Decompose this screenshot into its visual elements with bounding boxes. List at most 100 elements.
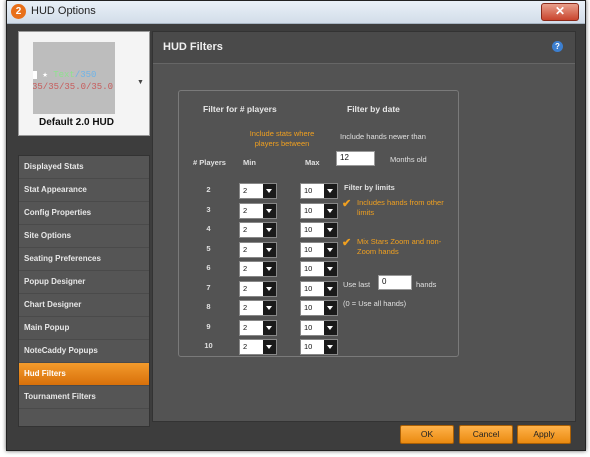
limits-filter-header: Filter by limits [344,183,395,192]
color-swatch-icon [33,70,37,79]
min-players-value: 2 [243,205,248,215]
players-row-label: 6 [206,263,211,272]
max-players-value: 10 [304,186,313,195]
close-button[interactable]: ✕ [541,3,579,21]
min-players-select[interactable]: 2 [239,280,277,297]
players-filter-note: Include stats where players between [249,129,315,148]
min-players-value: 2 [243,244,248,254]
chevron-down-icon[interactable] [324,262,337,276]
min-players-select[interactable]: 2 [239,202,277,219]
max-players-select[interactable]: 10 [300,300,338,316]
hud-profile-name: Default 2.0 HUD [38,117,114,128]
preview-line-1: ★ Text/350 [33,70,96,80]
players-row-label: 4 [206,224,211,233]
include-other-limits-checkbox[interactable]: ✔ [342,198,351,210]
min-players-value: 2 [243,264,248,273]
use-last-label: Use last [343,280,371,289]
window-title: HUD Options [31,5,96,17]
max-players-value: 10 [304,205,313,215]
chevron-down-icon[interactable] [263,262,276,276]
date-filter-note: Include hands newer than [340,132,426,141]
sidebar-nav: Displayed Stats Stat Appearance Config Pro… [18,155,150,427]
min-players-select[interactable]: 2 [239,261,277,277]
hud-preview-image: ★ Text/350 35/35/35.0/35.0 [33,42,115,114]
sidebar-item-notecaddy-popups[interactable]: NoteCaddy Popups [19,340,149,363]
title-bar: 2 HUD Options ✕ [7,1,585,24]
sidebar-item-main-popup[interactable]: Main Popup [19,317,149,340]
players-row-label: 10 [204,341,213,350]
max-players-select[interactable]: 10 [300,339,338,355]
max-players-select[interactable]: 10 [300,241,338,258]
app-icon: 2 [11,4,26,19]
chevron-down-icon: ▼ [137,79,144,86]
sidebar-item-chart-designer[interactable]: Chart Designer [19,294,149,317]
max-players-select[interactable]: 10 [300,261,338,277]
months-old-input[interactable]: 12 [336,151,375,166]
max-players-select[interactable]: 10 [300,202,338,219]
chevron-down-icon[interactable] [324,301,337,315]
players-row-label: 7 [206,282,211,292]
min-players-select[interactable]: 2 [239,222,277,238]
hud-profile-dropdown[interactable]: ▼ [134,31,150,136]
use-all-hands-hint: (0 = Use all hands) [343,299,407,308]
chevron-down-icon[interactable] [263,340,276,354]
chevron-down-icon[interactable] [263,242,276,257]
chevron-down-icon[interactable] [263,281,276,296]
players-filter-header: Filter for # players [203,104,277,114]
min-players-select[interactable]: 2 [239,300,277,316]
max-players-select[interactable]: 10 [300,222,338,238]
chevron-down-icon[interactable] [324,281,337,296]
min-players-select[interactable]: 2 [239,339,277,355]
min-players-select[interactable]: 2 [239,183,277,199]
max-players-select[interactable]: 10 [300,183,338,199]
ok-button[interactable]: OK [400,425,454,444]
sidebar-item-config-properties[interactable]: Config Properties [19,202,149,225]
players-row-label: 8 [206,302,211,311]
left-panel: ★ Text/350 35/35/35.0/35.0 Default 2.0 H… [18,31,150,427]
sidebar-item-stat-appearance[interactable]: Stat Appearance [19,179,149,202]
min-players-select[interactable]: 2 [239,241,277,258]
chevron-down-icon[interactable] [324,242,337,257]
sidebar-item-site-options[interactable]: Site Options [19,225,149,248]
max-players-value: 10 [304,264,313,273]
checkmark-icon: ✔ [342,237,352,249]
chevron-down-icon[interactable] [263,301,276,315]
chevron-down-icon[interactable] [263,320,276,335]
hud-preview-card[interactable]: ★ Text/350 35/35/35.0/35.0 Default 2.0 H… [18,31,135,136]
min-players-value: 2 [243,303,248,312]
max-players-select[interactable]: 10 [300,319,338,336]
use-last-hands-input[interactable]: 0 [378,275,412,290]
max-players-value: 10 [304,303,313,312]
sidebar-item-tournament-filters[interactable]: Tournament Filters [19,386,149,409]
chevron-down-icon[interactable] [324,340,337,354]
sidebar-item-popup-designer[interactable]: Popup Designer [19,271,149,294]
chevron-down-icon[interactable] [324,203,337,218]
apply-button[interactable]: Apply [517,425,571,444]
min-players-select[interactable]: 2 [239,319,277,336]
players-row-label: 9 [206,321,211,331]
chevron-down-icon[interactable] [324,320,337,335]
mix-stars-zoom-label: Mix Stars Zoom and non-Zoom hands [357,237,442,256]
min-players-value: 2 [243,322,248,332]
sidebar-item-hud-filters[interactable]: Hud Filters [19,363,149,386]
hands-label: hands [416,280,437,289]
chevron-down-icon[interactable] [324,223,337,237]
min-players-value: 2 [243,342,248,351]
main-panel: HUD Filters ? Filter for # players Inclu… [152,31,576,422]
cancel-button[interactable]: Cancel [459,425,513,444]
chevron-down-icon[interactable] [263,223,276,237]
chevron-down-icon[interactable] [263,184,276,198]
chevron-down-icon[interactable] [263,203,276,218]
max-players-value: 10 [304,225,313,234]
sidebar-item-displayed-stats[interactable]: Displayed Stats [19,156,149,179]
help-icon[interactable]: ? [552,41,563,52]
sidebar-item-seating-preferences[interactable]: Seating Preferences [19,248,149,271]
chevron-down-icon[interactable] [324,184,337,198]
col-header-max: Max [305,158,320,167]
page-title: HUD Filters [163,41,223,53]
max-players-value: 10 [304,283,313,293]
mix-stars-zoom-checkbox[interactable]: ✔ [342,237,352,249]
max-players-select[interactable]: 10 [300,280,338,297]
max-players-value: 10 [304,322,313,332]
main-header: HUD Filters ? [153,32,575,64]
